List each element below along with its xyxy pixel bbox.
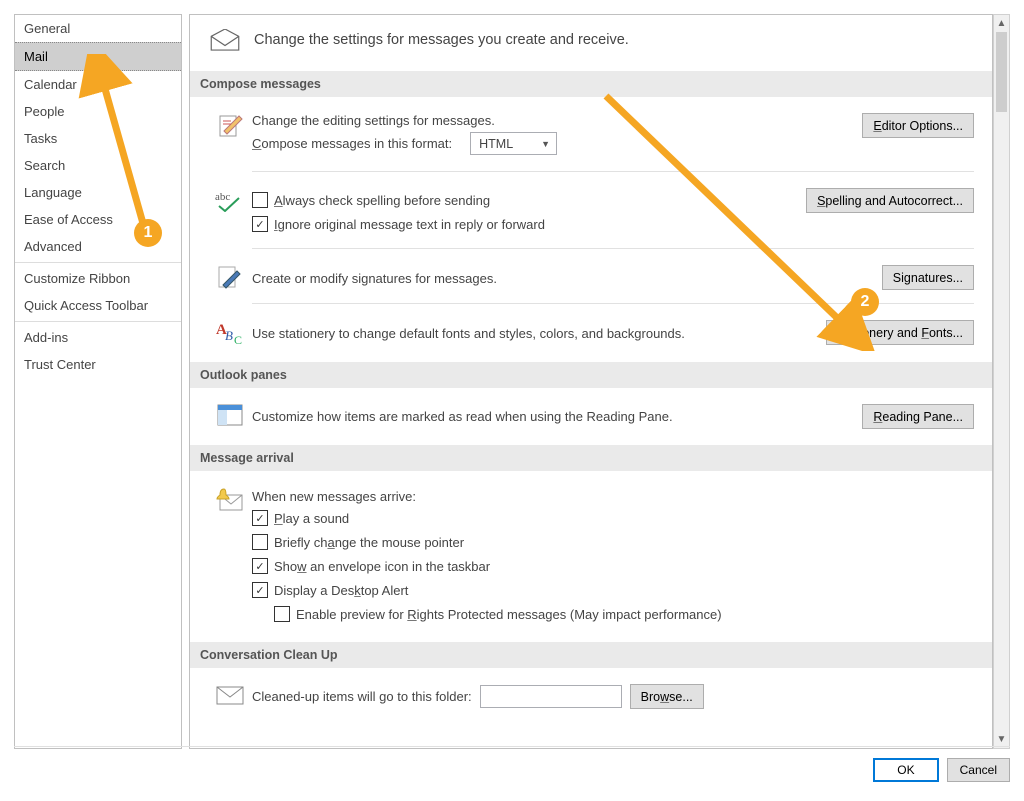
settings-content: Change the settings for messages you cre…	[189, 14, 993, 749]
play-sound-checkbox[interactable]	[252, 510, 268, 526]
svg-text:C: C	[234, 333, 242, 346]
section-panes-header: Outlook panes	[190, 362, 992, 388]
annotation-badge-1: 1	[134, 219, 162, 247]
sidebar-item-customize-ribbon[interactable]: Customize Ribbon	[15, 265, 181, 292]
section-cleanup-header: Conversation Clean Up	[190, 642, 992, 668]
edit-icon	[217, 113, 243, 139]
desktop-alert-checkbox[interactable]	[252, 582, 268, 598]
stationery-label: Use stationery to change default fonts a…	[252, 326, 685, 341]
page-title: Change the settings for messages you cre…	[254, 32, 629, 48]
spelling-autocorrect-button[interactable]: Spelling and Autocorrect...	[806, 188, 974, 213]
mouse-pointer-checkbox[interactable]	[252, 534, 268, 550]
cleanup-folder-label: Cleaned-up items will go to this folder:	[252, 689, 472, 704]
spellcheck-icon: abc	[215, 188, 245, 212]
sidebar-item-trust-center[interactable]: Trust Center	[15, 351, 181, 378]
compose-format-dropdown[interactable]: HTML ▼	[470, 132, 557, 155]
sidebar-item-calendar[interactable]: Calendar	[15, 71, 181, 98]
annotation-badge-2: 2	[851, 288, 879, 316]
stationery-fonts-button[interactable]: Stationery and Fonts...	[826, 320, 974, 345]
desktop-alert-label: Display a Desktop Alert	[274, 583, 408, 598]
arrival-intro-label: When new messages arrive:	[252, 487, 974, 506]
sidebar-item-add-ins[interactable]: Add-ins	[15, 324, 181, 351]
reading-pane-button[interactable]: Reading Pane...	[862, 404, 974, 429]
sidebar-item-general[interactable]: General	[15, 15, 181, 42]
signatures-button[interactable]: Signatures...	[882, 265, 974, 290]
editing-settings-label: Change the editing settings for messages…	[252, 113, 862, 128]
ignore-original-label: Ignore original message text in reply or…	[274, 217, 545, 232]
envelope-icon	[210, 29, 240, 51]
ok-button[interactable]: OK	[873, 758, 938, 782]
mouse-pointer-label: Briefly change the mouse pointer	[274, 535, 464, 550]
sidebar-item-tasks[interactable]: Tasks	[15, 125, 181, 152]
svg-text:abc: abc	[215, 191, 230, 203]
cancel-button[interactable]: Cancel	[947, 758, 1010, 782]
dialog-footer: OK Cancel	[14, 746, 1010, 787]
editor-options-button[interactable]: Editor Options...	[862, 113, 974, 138]
sidebar-item-language[interactable]: Language	[15, 179, 181, 206]
sidebar-item-mail[interactable]: Mail	[15, 42, 181, 71]
cleanup-envelope-icon	[216, 684, 244, 706]
svg-text:B: B	[225, 328, 233, 343]
options-dialog: General Mail Calendar People Tasks Searc…	[6, 6, 1018, 795]
browse-button[interactable]: Browse...	[630, 684, 704, 709]
reading-pane-label: Customize how items are marked as read w…	[252, 409, 673, 424]
rights-protected-checkbox[interactable]	[274, 606, 290, 622]
signature-icon	[217, 265, 243, 291]
section-arrival-header: Message arrival	[190, 445, 992, 471]
section-compose-header: Compose messages	[190, 71, 992, 97]
reading-pane-icon	[217, 404, 243, 426]
cleanup-folder-input[interactable]	[480, 685, 622, 708]
always-check-spelling-label: Always check spelling before sending	[274, 193, 490, 208]
rights-protected-label: Enable preview for Rights Protected mess…	[296, 607, 722, 622]
category-sidebar: General Mail Calendar People Tasks Searc…	[14, 14, 182, 749]
sidebar-item-search[interactable]: Search	[15, 152, 181, 179]
envelope-taskbar-checkbox[interactable]	[252, 558, 268, 574]
always-check-spelling-checkbox[interactable]	[252, 192, 268, 208]
envelope-taskbar-label: Show an envelope icon in the taskbar	[274, 559, 490, 574]
signatures-label: Create or modify signatures for messages…	[252, 271, 497, 286]
page-header: Change the settings for messages you cre…	[190, 15, 992, 71]
stationery-icon: A B C	[216, 320, 244, 346]
ignore-original-checkbox[interactable]	[252, 216, 268, 232]
compose-format-label: Compose messages in this format:	[252, 136, 452, 151]
chevron-down-icon: ▼	[541, 139, 550, 149]
scroll-thumb[interactable]	[996, 32, 1007, 112]
scroll-up-arrow-icon[interactable]: ▲	[994, 15, 1009, 32]
play-sound-label: Play a sound	[274, 511, 349, 526]
vertical-scrollbar[interactable]: ▲ ▼	[993, 14, 1010, 749]
sidebar-item-people[interactable]: People	[15, 98, 181, 125]
bell-envelope-icon	[216, 487, 244, 513]
sidebar-item-quick-access-toolbar[interactable]: Quick Access Toolbar	[15, 292, 181, 319]
